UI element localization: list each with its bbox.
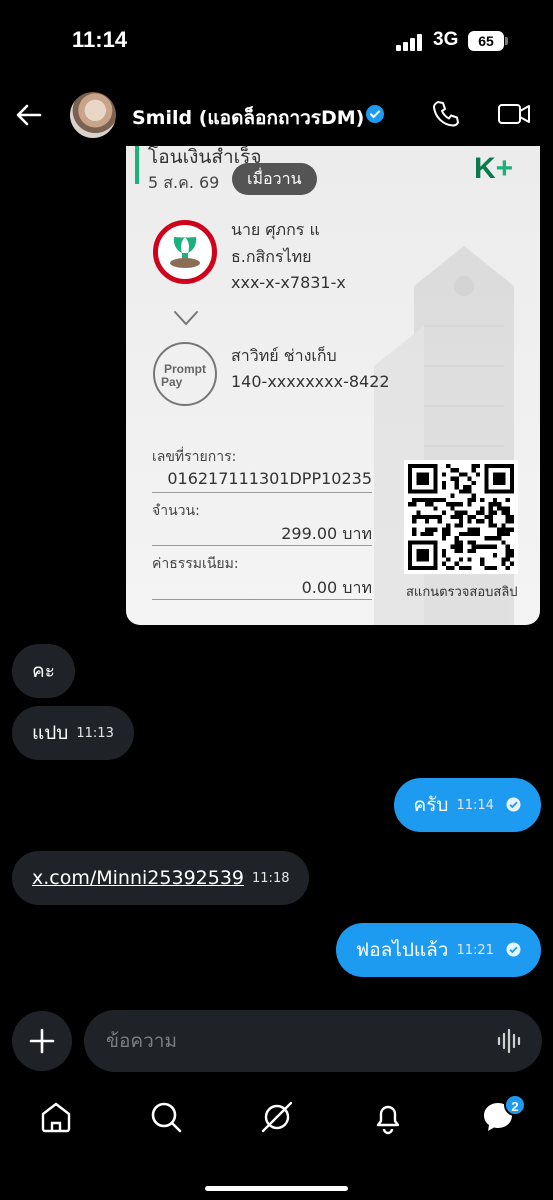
- transfer-receipt-image[interactable]: โอนเงินสำเร็จ 5 ส.ค. 69 K+ นาย ศุภกร แ ธ…: [126, 146, 540, 625]
- message-input[interactable]: [106, 1010, 486, 1072]
- message-text: ฟอลไปแล้ว: [355, 939, 449, 961]
- add-attachment-button[interactable]: [12, 1011, 72, 1071]
- read-check-icon: [506, 797, 521, 812]
- status-time: 11:14: [72, 27, 128, 52]
- home-icon[interactable]: [36, 1097, 76, 1137]
- divider: [152, 492, 372, 493]
- kplus-plus: +: [495, 152, 514, 185]
- phone-icon[interactable]: [430, 98, 462, 130]
- contact-name[interactable]: Smild (แอดล็อกถาวรDM): [132, 103, 364, 133]
- amount-value: 299.00 บาท: [281, 524, 372, 543]
- date-separator-pill: เมื่อวาน: [232, 163, 317, 195]
- status-bar: 11:14 3G 65: [0, 0, 553, 80]
- sender-account: xxx-x-x7831-x: [231, 273, 346, 292]
- message-bubble-outgoing[interactable]: ครับ 11:14: [393, 778, 541, 832]
- battery-tip: [505, 37, 508, 45]
- receiver-name: สาวิทย์ ช่างเก็บ: [231, 346, 337, 365]
- reference-value: 016217111301DPP10235: [167, 469, 372, 488]
- message-time: 11:21: [456, 942, 494, 958]
- promptpay-logo-line2: Pay: [161, 375, 183, 389]
- signal-icon: [396, 33, 426, 51]
- arrow-down-icon: [174, 311, 198, 326]
- message-bubble-outgoing[interactable]: ฟอลไปแล้ว 11:21: [335, 923, 541, 977]
- messages-badge: 2: [504, 1094, 526, 1116]
- message-composer: [84, 1010, 542, 1072]
- plus-icon: [29, 1028, 55, 1054]
- message-time: 11:13: [76, 725, 114, 741]
- home-indicator: [205, 1186, 348, 1191]
- avatar[interactable]: [70, 92, 116, 138]
- qr-code: [404, 460, 518, 574]
- message-bubble-incoming[interactable]: แปบ 11:13: [12, 706, 134, 760]
- message-text: ครับ: [413, 794, 449, 816]
- message-text: คะ: [32, 660, 55, 682]
- divider: [152, 545, 372, 546]
- search-icon[interactable]: [146, 1097, 186, 1137]
- verified-badge-icon: [366, 105, 384, 123]
- message-time: 11:18: [252, 870, 290, 886]
- chat-header: Smild (แอดล็อกถาวรDM): [0, 84, 553, 146]
- message-time: 11:14: [456, 797, 494, 813]
- receiver-account: 140-xxxxxxxx-8422: [231, 372, 390, 391]
- fee-label: ค่าธรรมเนียม:: [152, 556, 239, 572]
- kplus-logo: K+: [474, 152, 513, 186]
- battery-icon: 65: [468, 31, 504, 51]
- read-check-icon: [506, 942, 521, 957]
- bottom-navigation: 2: [0, 1085, 553, 1155]
- fee-value: 0.00 บาท: [301, 578, 372, 597]
- network-type: 3G: [433, 29, 459, 50]
- promptpay-logo: Prompt Pay: [153, 342, 217, 406]
- message-bubble-incoming[interactable]: คะ: [12, 644, 75, 698]
- sender-bank: ธ.กสิกรไทย: [231, 247, 312, 266]
- receipt-accent-bar: [135, 146, 139, 184]
- sender-name: นาย ศุภกร แ: [231, 220, 320, 239]
- reference-label: เลขที่รายการ:: [152, 449, 237, 465]
- back-arrow-icon[interactable]: [12, 98, 46, 132]
- notifications-icon[interactable]: [368, 1097, 408, 1137]
- amount-label: จำนวน:: [152, 503, 200, 519]
- kplus-letter: K: [474, 152, 496, 185]
- grok-icon[interactable]: [257, 1097, 297, 1137]
- video-icon[interactable]: [497, 100, 531, 128]
- divider: [152, 599, 372, 600]
- kasikorn-logo: [153, 220, 217, 284]
- message-bubble-incoming[interactable]: x.com/Minni25392539 11:18: [12, 851, 310, 905]
- message-text: แปบ: [32, 722, 69, 744]
- receipt-date: 5 ส.ค. 69: [148, 173, 220, 192]
- message-link[interactable]: x.com/Minni25392539: [32, 867, 244, 889]
- qr-label: สแกนตรวจสอบสลิป: [406, 585, 518, 600]
- voice-message-icon[interactable]: [496, 1028, 524, 1054]
